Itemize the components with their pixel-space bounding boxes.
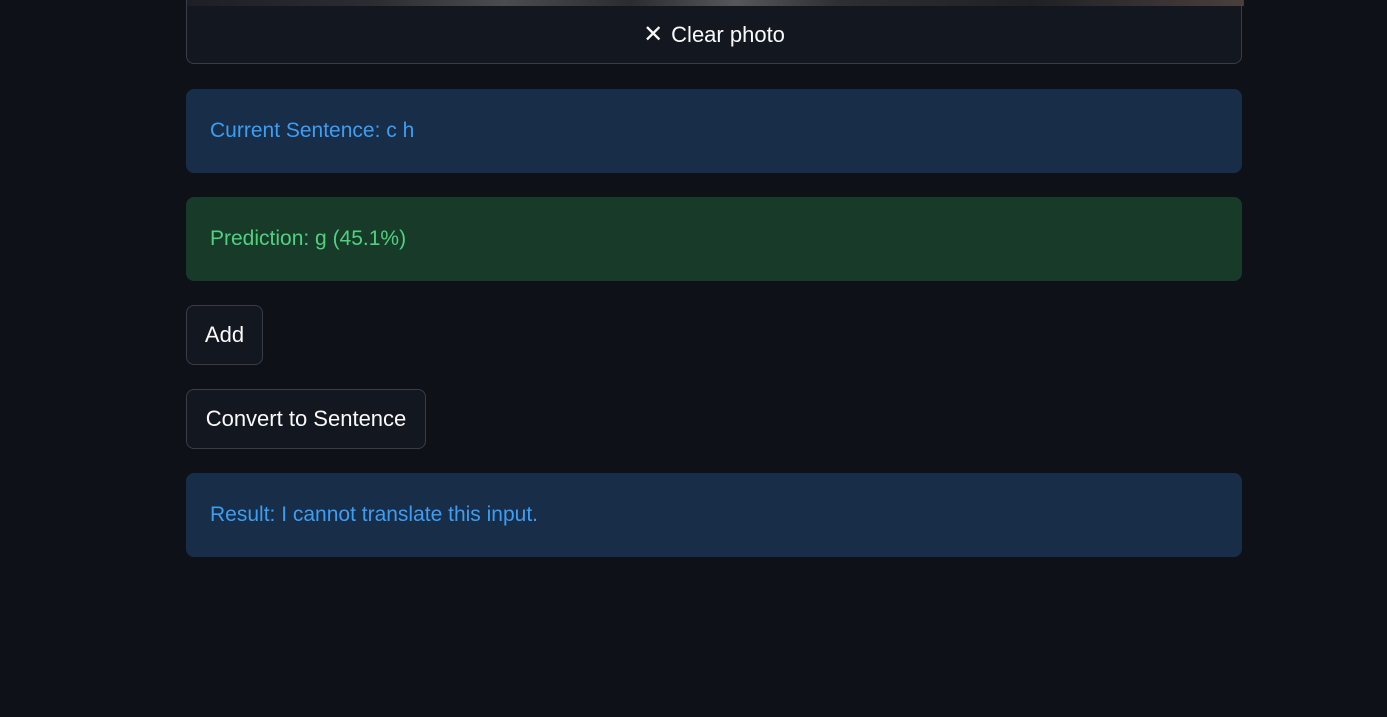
convert-to-sentence-button[interactable]: Convert to Sentence xyxy=(186,389,426,449)
prediction-alert: Prediction: g (45.1%) xyxy=(186,197,1242,281)
current-sentence-text: Current Sentence: c h xyxy=(210,119,415,142)
current-sentence-alert: Current Sentence: c h xyxy=(186,89,1242,173)
prediction-text: Prediction: g (45.1%) xyxy=(210,227,407,250)
add-button[interactable]: Add xyxy=(186,305,263,365)
result-alert: Result: I cannot translate this input. xyxy=(186,473,1242,557)
clear-photo-button[interactable]: ✕ Clear photo xyxy=(186,6,1242,64)
app-main: ✕ Clear photo Current Sentence: c h Pred… xyxy=(0,0,1387,717)
clear-photo-label: Clear photo xyxy=(671,21,785,47)
close-icon: ✕ xyxy=(643,20,664,48)
result-text: Result: I cannot translate this input. xyxy=(210,503,539,526)
